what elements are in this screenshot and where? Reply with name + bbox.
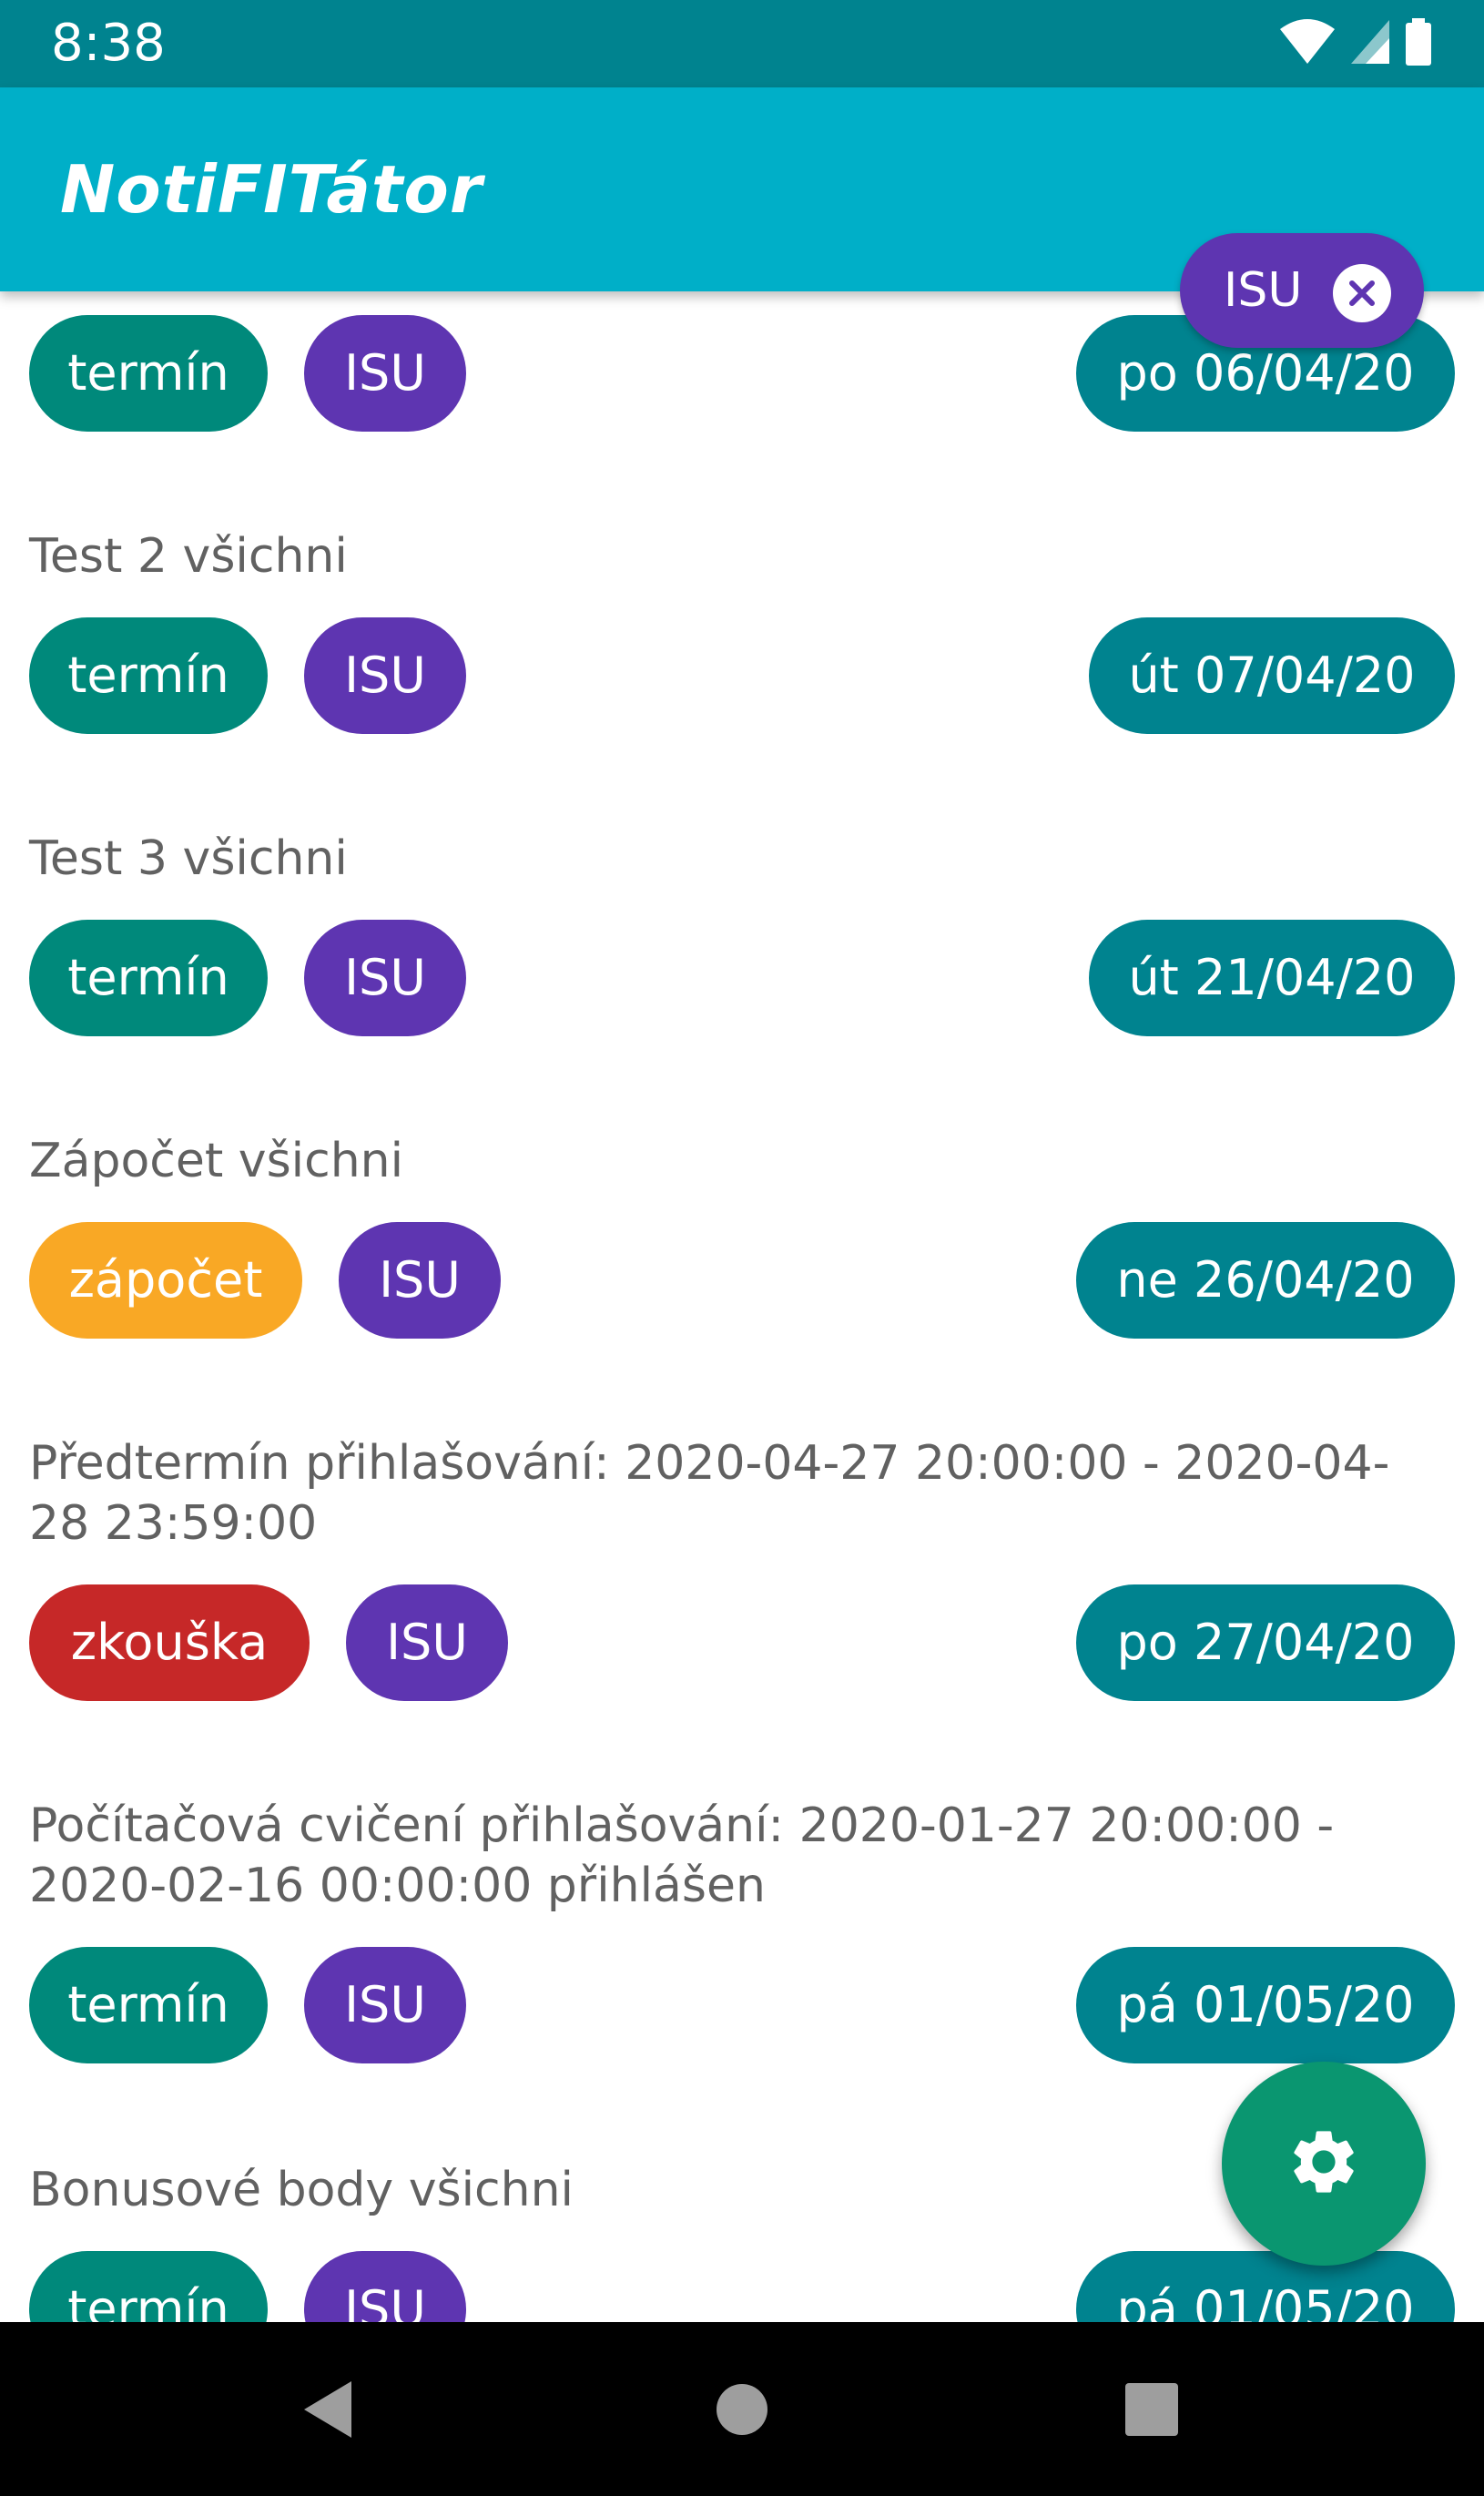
navigation-bar [0,2322,1484,2496]
date-chip[interactable]: ne 26/04/20 [1076,1222,1455,1339]
type-chip[interactable]: zkouška [29,1584,310,1701]
cell-signal-icon [1349,18,1391,69]
gear-icon [1286,2124,1362,2204]
subject-chip[interactable]: ISU [304,315,466,432]
type-chip[interactable]: termín [29,617,268,734]
event-title: Test 2 všichni [29,529,348,584]
event-title: Bonusové body všichni [29,2163,574,2217]
filter-chip-label: ISU [1224,263,1303,318]
event-title: Zápočet všichni [29,1134,404,1188]
recents-icon[interactable] [1079,2322,1225,2496]
subject-chip[interactable]: ISU [304,617,466,734]
subject-chip[interactable]: ISU [339,1222,501,1339]
subject-chip[interactable]: ISU [346,1584,508,1701]
date-chip[interactable]: pá 01/05/20 [1076,2251,1455,2322]
status-icons [1278,18,1433,69]
type-chip[interactable]: termín [29,315,268,432]
subject-chip[interactable]: ISU [304,2251,466,2322]
close-icon[interactable] [1333,264,1391,322]
event-title: Počítačová cvičení přihlašování: 2020-01… [29,1798,1335,1913]
type-chip[interactable]: termín [29,1947,268,2063]
subject-chip[interactable]: ISU [304,1947,466,2063]
date-chip[interactable]: pá 01/05/20 [1076,1947,1455,2063]
date-chip[interactable]: po 27/04/20 [1076,1584,1455,1701]
wifi-icon [1278,18,1337,69]
status-bar: 8:38 [0,0,1484,87]
date-chip[interactable]: út 21/04/20 [1089,920,1455,1036]
status-time: 8:38 [51,14,166,73]
type-chip[interactable]: termín [29,920,268,1036]
app-title: NotiFITátor [60,151,483,228]
type-chip[interactable]: zápočet [29,1222,302,1339]
settings-fab[interactable] [1222,2062,1426,2266]
type-chip[interactable]: termín [29,2251,268,2322]
event-list[interactable]: termín ISU po 06/04/20 Test 2 všichni te… [0,291,1484,2322]
battery-icon [1404,18,1433,69]
home-icon[interactable] [669,2322,815,2496]
back-icon[interactable] [255,2322,401,2496]
event-title: Předtermín přihlašování: 2020-04-27 20:0… [29,1436,1390,1551]
event-title: Test 3 všichni [29,831,348,886]
subject-chip[interactable]: ISU [304,920,466,1036]
date-chip[interactable]: út 07/04/20 [1089,617,1455,734]
